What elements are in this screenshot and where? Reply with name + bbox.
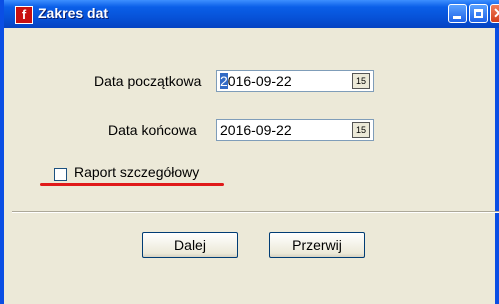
title-bar[interactable]: f Zakres dat ✕ <box>4 0 499 28</box>
minimize-icon <box>453 16 461 19</box>
end-date-label: Data końcowa <box>108 122 197 138</box>
start-date-value: 2016-09-22 <box>220 73 292 89</box>
close-icon: ✕ <box>493 5 499 21</box>
minimize-button[interactable] <box>448 4 467 23</box>
maximize-button[interactable] <box>469 4 488 23</box>
next-button[interactable]: Dalej <box>142 232 238 258</box>
dialog-window: f Zakres dat ✕ Data początkowa 2016-09-2… <box>0 0 499 304</box>
close-button[interactable]: ✕ <box>490 4 499 23</box>
end-date-value: 2016-09-22 <box>220 122 292 138</box>
start-date-label: Data początkowa <box>94 73 202 89</box>
cancel-button[interactable]: Przerwij <box>269 232 365 258</box>
separator <box>12 211 499 213</box>
calendar-icon[interactable]: 15 <box>352 73 370 89</box>
end-date-field[interactable]: 2016-09-22 15 <box>216 119 374 141</box>
highlight-underline <box>40 183 224 186</box>
detailed-report-label[interactable]: Raport szczegółowy <box>74 164 199 180</box>
maximize-icon <box>474 9 483 18</box>
start-date-field[interactable]: 2016-09-22 15 <box>216 70 374 92</box>
calendar-icon[interactable]: 15 <box>352 122 370 138</box>
window-title: Zakres dat <box>38 5 109 21</box>
app-logo-icon: f <box>15 6 33 24</box>
detailed-report-checkbox[interactable] <box>54 168 67 181</box>
